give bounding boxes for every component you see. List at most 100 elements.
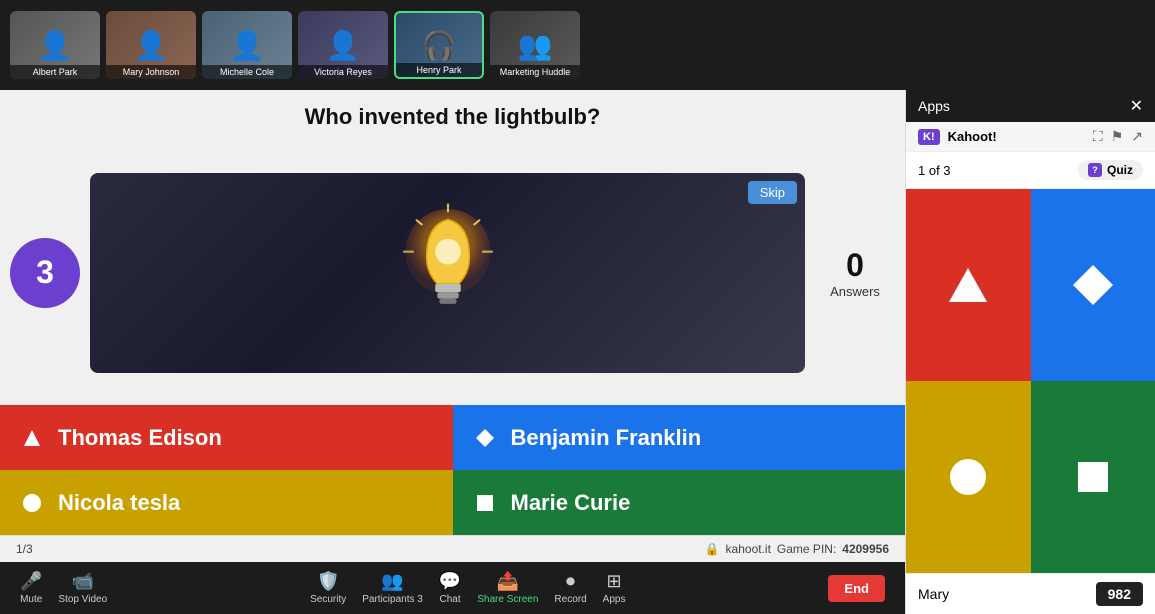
video-icon: 📹 [72, 571, 94, 592]
toolbar-security[interactable]: 🛡️ Security [310, 571, 346, 605]
kahoot-logo: K! [918, 129, 940, 145]
apps-icon: ⊞ [607, 571, 622, 592]
top-bar: 👤 Albert Park 👤 Mary Johnson 👤 Michelle … [0, 0, 1155, 90]
game-pin-value: 4209956 [842, 542, 889, 556]
toolbar-stop-video[interactable]: 📹 Stop Video [58, 571, 107, 605]
diamond-shape [1068, 260, 1118, 310]
kahoot-bar: K! Kahoot! ⛶ ⚑ ↗ [906, 122, 1155, 152]
participant-michelle-label: Michelle Cole [202, 65, 292, 79]
mute-icon: 🎤 [20, 571, 42, 592]
quiz-badge-label: Quiz [1107, 163, 1133, 177]
lock-icon: 🔒 [705, 542, 720, 556]
triangle-icon [20, 426, 44, 450]
triangle-shape [943, 260, 993, 310]
user-score: Mary 982 [906, 573, 1155, 614]
toolbar-participants[interactable]: 👥 Participants 3 [362, 571, 423, 605]
answers-number: 0 [815, 247, 895, 284]
kahoot-it-label: kahoot.it [726, 542, 771, 556]
score-badge: 982 [1096, 582, 1143, 606]
participant-albert[interactable]: 👤 Albert Park [10, 11, 100, 79]
right-panel: Apps ✕ K! Kahoot! ⛶ ⚑ ↗ 1 of 3 Quiz [905, 90, 1155, 614]
answer-benjamin-text: Benjamin Franklin [511, 425, 702, 451]
mute-label: Mute [20, 594, 42, 605]
quiz-badge-dot [1088, 163, 1102, 177]
lightbulb-svg [388, 193, 508, 353]
stop-video-label: Stop Video [58, 594, 107, 605]
skip-button[interactable]: Skip [748, 181, 797, 204]
kahoot-bar-icons: ⛶ ⚑ ↗ [1093, 128, 1143, 145]
kahoot-bar-name: Kahoot! [948, 129, 1085, 144]
share-screen-label: Share Screen [477, 594, 538, 605]
participants-icon: 👥 [381, 571, 403, 592]
circle-icon [20, 491, 44, 515]
participant-marketing[interactable]: 👥 Marketing Huddle [490, 11, 580, 79]
toolbar-left: 🎤 Mute 📹 Stop Video [20, 571, 107, 605]
color-cell-yellow[interactable] [906, 381, 1031, 573]
color-cell-red[interactable] [906, 189, 1031, 381]
toolbar: 🎤 Mute 📹 Stop Video 🛡️ Security 👥 Partic… [0, 562, 905, 614]
participant-mary[interactable]: 👤 Mary Johnson [106, 11, 196, 79]
apps-title: Apps [918, 98, 950, 114]
toolbar-mute[interactable]: 🎤 Mute [20, 571, 42, 605]
security-icon: 🛡️ [317, 571, 339, 592]
diamond-icon [473, 426, 497, 450]
quiz-counter: 1 of 3 [918, 163, 951, 178]
chat-icon: 💬 [439, 571, 461, 592]
apps-label: Apps [603, 594, 626, 605]
circle-shape [943, 452, 993, 502]
content-area: Who invented the lightbulb? 3 Skip [0, 90, 905, 614]
toolbar-share-screen[interactable]: 📤 Share Screen [477, 571, 538, 605]
answer-benjamin-franklin[interactable]: Benjamin Franklin [453, 405, 906, 470]
toolbar-record[interactable]: ⏺ Record [554, 571, 586, 605]
external-icon[interactable]: ↗ [1131, 128, 1143, 145]
question-body: 3 Skip [0, 140, 905, 405]
color-cell-green[interactable] [1031, 381, 1155, 573]
close-apps-button[interactable]: ✕ [1130, 96, 1143, 116]
filter-icon[interactable]: ⚑ [1111, 128, 1124, 145]
status-bar: 1/3 🔒 kahoot.it Game PIN: 4209956 [0, 535, 905, 562]
answer-marie-curie[interactable]: Marie Curie [453, 470, 906, 535]
user-name: Mary [918, 586, 949, 602]
end-button[interactable]: End [828, 575, 885, 602]
color-cell-blue[interactable] [1031, 189, 1155, 381]
question-text: Who invented the lightbulb? [20, 104, 885, 130]
question-header: Who invented the lightbulb? [0, 90, 905, 140]
participant-marketing-label: Marketing Huddle [490, 65, 580, 79]
toolbar-apps[interactable]: ⊞ Apps [603, 571, 626, 605]
answer-thomas-edison[interactable]: Thomas Edison [0, 405, 453, 470]
lightbulb-image: Skip [90, 173, 805, 373]
square-icon [473, 491, 497, 515]
square-shape [1068, 452, 1118, 502]
participant-henry-label: Henry Park [396, 63, 482, 77]
answer-nicola-tesla[interactable]: Nicola tesla [0, 470, 453, 535]
game-pin-text: Game PIN: [777, 542, 836, 556]
main-area: Who invented the lightbulb? 3 Skip [0, 90, 1155, 614]
answer-grid: Thomas Edison Benjamin Franklin Nicola t… [0, 405, 905, 535]
security-label: Security [310, 594, 346, 605]
quiz-header: 1 of 3 Quiz [906, 152, 1155, 189]
answer-thomas-text: Thomas Edison [58, 425, 222, 451]
participant-michelle[interactable]: 👤 Michelle Cole [202, 11, 292, 79]
participant-mary-label: Mary Johnson [106, 65, 196, 79]
toolbar-right: End [828, 575, 885, 602]
answer-nicola-text: Nicola tesla [58, 490, 180, 516]
participant-henry[interactable]: 🎧 Henry Park [394, 11, 484, 79]
toolbar-chat[interactable]: 💬 Chat [439, 571, 461, 605]
participants-label: Participants 3 [362, 594, 423, 605]
page-number: 1/3 [16, 542, 33, 556]
game-pin-area: 🔒 kahoot.it Game PIN: 4209956 [705, 542, 889, 556]
share-screen-icon: 📤 [497, 571, 519, 592]
answer-marie-text: Marie Curie [511, 490, 631, 516]
answers-count: 0 Answers [815, 247, 895, 299]
participant-victoria-label: Victoria Reyes [298, 65, 388, 79]
participant-victoria[interactable]: 👤 Victoria Reyes [298, 11, 388, 79]
timer-circle: 3 [10, 238, 80, 308]
timer-value: 3 [36, 254, 54, 291]
answers-label: Answers [815, 284, 895, 299]
color-grid [906, 189, 1155, 573]
expand-icon[interactable]: ⛶ [1093, 128, 1103, 145]
quiz-badge: Quiz [1078, 160, 1143, 180]
apps-header: Apps ✕ [906, 90, 1155, 122]
record-icon: ⏺ [566, 571, 575, 592]
record-label: Record [554, 594, 586, 605]
